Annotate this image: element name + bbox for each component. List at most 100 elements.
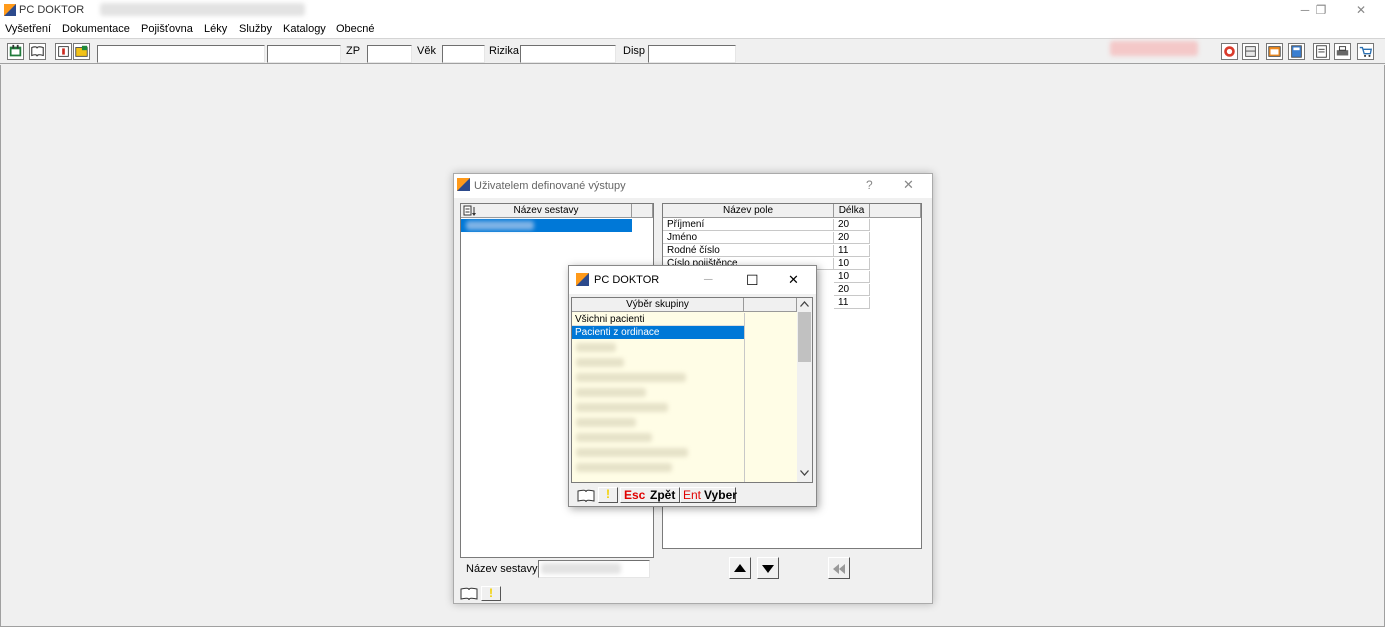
folder-icon[interactable] bbox=[73, 43, 90, 60]
popup-logo-icon bbox=[576, 273, 589, 286]
calendar-icon[interactable] bbox=[7, 43, 24, 60]
blurred-group-item bbox=[576, 358, 624, 367]
field-length-header[interactable]: Délka bbox=[834, 204, 870, 218]
patient-info-field[interactable] bbox=[267, 45, 341, 63]
ent-key-label: Ent bbox=[683, 488, 702, 502]
book-icon[interactable] bbox=[29, 43, 46, 60]
blurred-group-item bbox=[576, 433, 652, 442]
popup-maximize-button[interactable]: ☐ bbox=[746, 272, 759, 289]
arrow-down-icon bbox=[762, 565, 774, 573]
blurred-status bbox=[1110, 41, 1198, 56]
cabinet-icon[interactable] bbox=[1242, 43, 1259, 60]
menu-katalogy[interactable]: Katalogy bbox=[283, 23, 326, 35]
popup-hint-button[interactable]: ! bbox=[598, 487, 618, 503]
popup-title: PC DOKTOR bbox=[594, 274, 660, 286]
rizika-label: Rizika bbox=[489, 45, 519, 57]
blurred-group-item bbox=[576, 448, 688, 457]
help-button[interactable]: ? bbox=[866, 178, 873, 192]
rizika-field[interactable] bbox=[520, 45, 616, 63]
hint-button[interactable]: ! bbox=[481, 586, 501, 601]
select-button[interactable]: Ent Vyber bbox=[680, 487, 737, 503]
field-name-cell[interactable]: Příjmení bbox=[663, 219, 834, 231]
field-name-header[interactable]: Název pole bbox=[663, 204, 834, 218]
book-icon[interactable] bbox=[460, 586, 478, 601]
vek-field[interactable] bbox=[442, 45, 485, 63]
double-chevron-left-icon bbox=[833, 564, 845, 574]
field-length-cell[interactable]: 10 bbox=[834, 271, 870, 283]
field-length-cell[interactable]: 11 bbox=[834, 297, 870, 309]
field-length-cell[interactable]: 20 bbox=[834, 232, 870, 244]
scroll-up-icon[interactable] bbox=[800, 301, 809, 307]
menu-obecne[interactable]: Obecné bbox=[336, 23, 375, 35]
card-icon[interactable] bbox=[55, 43, 72, 60]
group-list-header[interactable]: Výběr skupiny bbox=[572, 298, 744, 312]
calculator-icon[interactable] bbox=[1288, 43, 1305, 60]
report-name-label: Název sestavy: bbox=[466, 563, 541, 575]
popup-close-button[interactable]: ✕ bbox=[788, 272, 799, 288]
menu-vysetreni[interactable]: Vyšetření bbox=[5, 23, 51, 35]
menu-leky[interactable]: Léky bbox=[204, 23, 227, 35]
blurred-report-name bbox=[466, 221, 534, 230]
cart-icon[interactable] bbox=[1357, 43, 1374, 60]
select-label: Vyber bbox=[704, 488, 737, 502]
fields-header-extra bbox=[870, 204, 921, 218]
blurred-group-item bbox=[576, 343, 616, 352]
field-name-cell[interactable]: Rodné číslo bbox=[663, 245, 834, 257]
zp-label: ZP bbox=[346, 45, 361, 57]
patient-search-field[interactable] bbox=[97, 45, 265, 63]
exclamation-icon: ! bbox=[489, 586, 493, 600]
printer-icon[interactable] bbox=[1334, 43, 1351, 60]
report-list-header-extra bbox=[632, 204, 653, 218]
window-title: PC DOKTOR bbox=[19, 4, 85, 16]
move-down-button[interactable] bbox=[757, 557, 779, 579]
vek-label: Věk bbox=[417, 45, 436, 57]
restore-button[interactable]: ❐ bbox=[1308, 3, 1334, 17]
field-length-cell[interactable]: 11 bbox=[834, 245, 870, 257]
close-button[interactable]: ✕ bbox=[1350, 3, 1372, 17]
group-list-header-label: Výběr skupiny bbox=[626, 299, 689, 310]
menu-pojistovna[interactable]: Pojišťovna bbox=[141, 23, 193, 35]
group-item-selected[interactable]: Pacienti z ordinace bbox=[572, 326, 744, 339]
field-name-cell[interactable]: Jméno bbox=[663, 232, 834, 244]
field-length-cell[interactable]: 10 bbox=[834, 258, 870, 270]
arrow-up-icon bbox=[734, 564, 746, 572]
move-first-button[interactable] bbox=[828, 557, 850, 579]
blurred-group-item bbox=[576, 388, 646, 397]
field-length-cell[interactable]: 20 bbox=[834, 284, 870, 296]
book-icon[interactable] bbox=[577, 488, 595, 503]
dialog-logo-icon bbox=[457, 178, 470, 191]
dialog-title: Uživatelem definované výstupy bbox=[474, 180, 626, 192]
field-length-header-label: Délka bbox=[838, 205, 865, 216]
zp-field[interactable] bbox=[367, 45, 412, 63]
group-list-header-extra bbox=[744, 298, 797, 312]
field-name-header-label: Název pole bbox=[722, 205, 774, 216]
group-item[interactable]: Všichni pacienti bbox=[572, 313, 744, 326]
disp-label: Disp bbox=[623, 45, 646, 57]
back-button[interactable]: Esc Zpět bbox=[620, 487, 680, 503]
menu-sluzby[interactable]: Služby bbox=[239, 23, 272, 35]
move-up-button[interactable] bbox=[729, 557, 751, 579]
scroll-down-icon[interactable] bbox=[800, 470, 809, 476]
menu-dokumentace[interactable]: Dokumentace bbox=[62, 23, 130, 35]
blurred-group-item bbox=[576, 403, 668, 412]
blurred-report-name-value bbox=[541, 563, 621, 574]
report-list-header-label: Název sestavy bbox=[513, 205, 579, 216]
lifebuoy-icon[interactable] bbox=[1221, 43, 1238, 60]
dialog-close-button[interactable]: ✕ bbox=[903, 177, 914, 193]
blurred-group-item bbox=[576, 463, 672, 472]
sort-icon bbox=[463, 205, 476, 216]
blurred-title-text bbox=[100, 3, 305, 16]
window-icon[interactable] bbox=[1266, 43, 1283, 60]
back-label: Zpět bbox=[650, 488, 676, 502]
scrollbar-thumb[interactable] bbox=[798, 312, 811, 362]
disp-field[interactable] bbox=[648, 45, 736, 63]
blurred-group-item bbox=[576, 373, 686, 382]
document-icon[interactable] bbox=[1313, 43, 1330, 60]
blurred-group-item bbox=[576, 418, 636, 427]
column-divider bbox=[744, 313, 745, 482]
esc-key-label: Esc bbox=[624, 488, 646, 502]
report-list-header[interactable]: Název sestavy bbox=[461, 204, 632, 218]
exclamation-icon: ! bbox=[606, 487, 610, 501]
field-length-cell[interactable]: 20 bbox=[834, 219, 870, 231]
popup-minimize-button[interactable]: ─ bbox=[704, 272, 713, 286]
